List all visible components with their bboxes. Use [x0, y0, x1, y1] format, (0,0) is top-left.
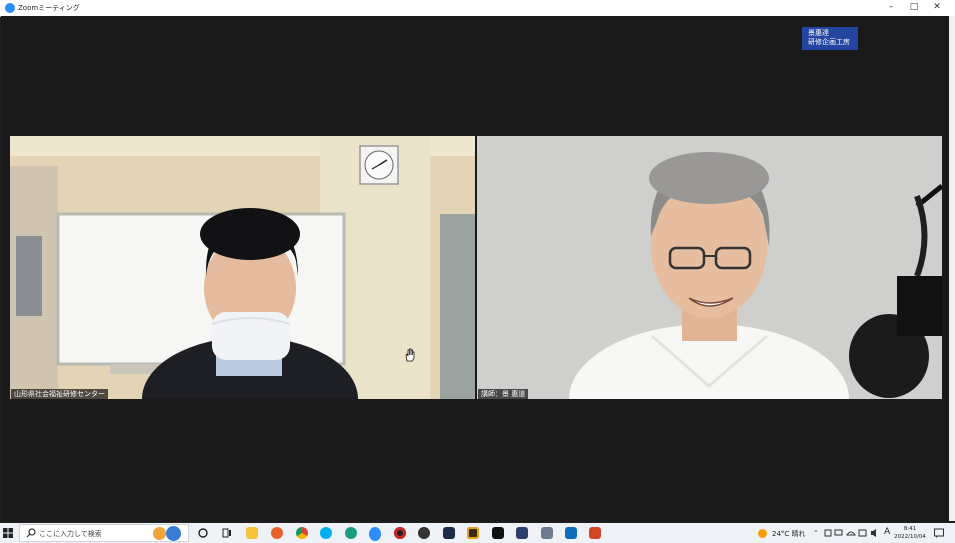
brand-badge-line2: 研修企画工房 [808, 38, 850, 46]
obs-icon[interactable] [418, 527, 430, 539]
maximize-button[interactable]: □ [903, 0, 925, 16]
participant-video-right[interactable]: 講師：景 惠道 [477, 136, 942, 399]
participant-video-left[interactable]: 山形県社会福祉研修センター [10, 136, 475, 399]
window-title: Zoomミーティング [18, 4, 80, 12]
taskbar-clock[interactable]: 8:41 2022/10/04 [893, 525, 927, 541]
video-editor-icon[interactable] [443, 527, 455, 539]
earth-icon [166, 526, 181, 541]
notification-center-icon[interactable] [933, 527, 945, 539]
zoom-taskbar-icon[interactable] [369, 527, 381, 541]
meeting-area: 景惠達 研修企画工房 山形県社会福祉研修センター 講師：景 惠道 [1, 16, 949, 521]
taskbar-search-box[interactable]: ここに入力して検索 [19, 524, 189, 542]
hand-cursor-icon [405, 348, 415, 362]
window-title-bar: Zoomミーティング – □ ✕ [0, 0, 955, 17]
participant-name-right: 講師：景 惠道 [478, 389, 529, 399]
chrome-icon[interactable] [296, 527, 308, 539]
cortana-icon[interactable] [197, 527, 209, 539]
clock-date: 2022/10/04 [894, 534, 926, 540]
brand-badge-line1: 景惠達 [808, 29, 829, 37]
powerpoint-icon[interactable] [589, 527, 601, 539]
tray-chevron-icon[interactable]: ⌃ [813, 529, 819, 537]
outlook-icon[interactable] [565, 527, 577, 539]
search-highlight-icon[interactable] [153, 527, 166, 540]
ime-indicator[interactable]: A [884, 527, 890, 537]
weather-text[interactable]: 24°C 晴れ [772, 529, 806, 539]
terminal-app-icon[interactable] [492, 527, 504, 539]
edge-icon[interactable] [345, 527, 357, 539]
search-icon [26, 528, 36, 538]
firefox-icon[interactable] [271, 527, 283, 539]
participant-name-left: 山形県社会福祉研修センター [11, 389, 108, 399]
record-app-icon[interactable] [394, 527, 406, 539]
close-button[interactable]: ✕ [926, 0, 948, 16]
zoom-app-icon [5, 3, 15, 13]
media-app-icon[interactable] [467, 527, 479, 539]
camera-app-icon[interactable] [541, 527, 553, 539]
skype-icon[interactable] [320, 527, 332, 539]
windows-start-icon[interactable] [3, 528, 13, 538]
task-view-icon[interactable] [221, 527, 233, 539]
window-right-edge [949, 16, 955, 521]
system-tray-icons[interactable] [824, 528, 884, 538]
brand-badge: 景惠達 研修企画工房 [802, 27, 858, 50]
clock-time: 8:41 [903, 526, 917, 532]
minimize-button[interactable]: – [880, 0, 902, 16]
participant-video-image-right [477, 136, 942, 399]
monitor-app-icon[interactable] [516, 527, 528, 539]
weather-sun-icon[interactable] [758, 529, 767, 538]
search-placeholder: ここに入力して検索 [39, 530, 102, 538]
windows-taskbar: ここに入力して検索 24°C 晴れ ⌃ A 8:41 2022/10/04 [0, 523, 955, 543]
file-explorer-icon[interactable] [246, 527, 258, 539]
